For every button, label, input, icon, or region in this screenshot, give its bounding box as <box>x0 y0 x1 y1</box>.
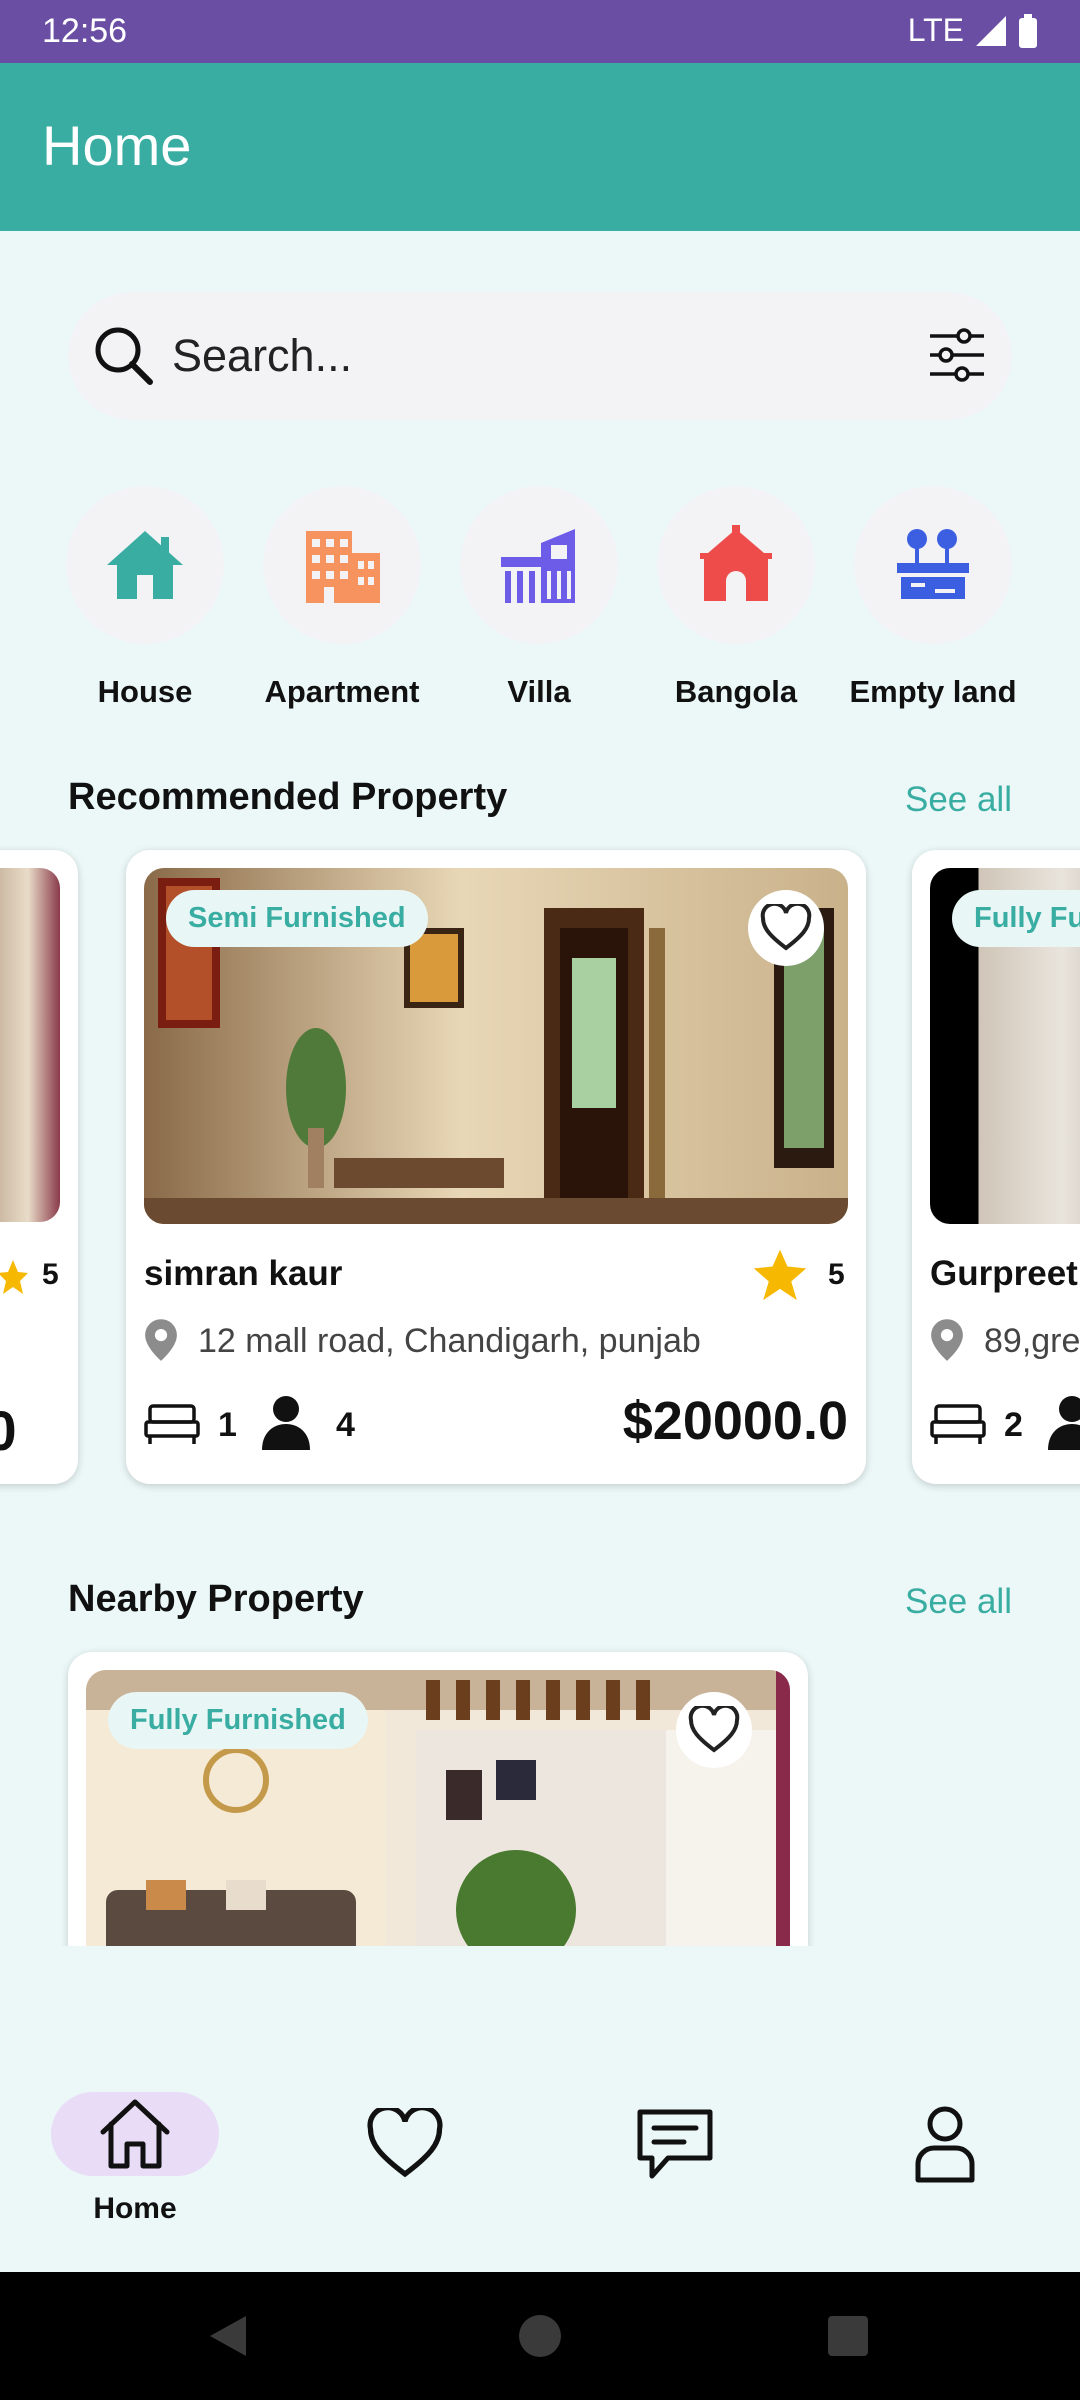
category-apartment[interactable]: Apartment <box>242 486 442 710</box>
villa-icon <box>501 529 575 603</box>
owner-name: simran kaur <box>144 1254 343 1293</box>
land-icon <box>897 529 969 599</box>
heart-icon <box>688 1706 740 1753</box>
nav-favorites[interactable] <box>320 2092 490 2252</box>
nav-home[interactable]: Home <box>50 2092 220 2252</box>
signal-icon <box>976 15 1006 46</box>
category-circle <box>657 486 815 644</box>
property-price: $20000.0 <box>622 1391 848 1451</box>
recommended-title: Recommended Property <box>68 776 508 818</box>
nav-messages-indicator <box>591 2102 759 2186</box>
nearby-title: Nearby Property <box>68 1578 364 1620</box>
category-circle <box>854 486 1012 644</box>
property-card[interactable]: Semi Furnished simran kaur 5 12 mall roa… <box>126 850 866 1484</box>
nav-favorites-indicator <box>321 2102 489 2186</box>
star-icon <box>753 1249 807 1301</box>
chat-icon <box>637 2109 713 2179</box>
property-card-partial-right[interactable]: Fully Fu Gurpreet 89,gre 2 <box>912 850 1080 1484</box>
back-icon[interactable] <box>206 2314 250 2358</box>
app-bar: Home <box>0 63 1080 231</box>
search-bar[interactable]: Search... <box>68 292 1012 420</box>
category-label: Villa <box>507 674 571 709</box>
price-fragment: .0 <box>0 1399 17 1462</box>
rating-value: 5 <box>828 1258 845 1291</box>
bungalow-icon <box>700 525 772 601</box>
bed-icon <box>144 1404 200 1444</box>
person-icon <box>262 1396 310 1450</box>
nav-home-label: Home <box>93 2192 177 2225</box>
owner-name: Gurpreet <box>930 1254 1078 1293</box>
bed-count: 1 <box>218 1406 237 1444</box>
property-address: 12 mall road, Chandigarh, punjab <box>198 1322 701 1360</box>
category-label: Apartment <box>264 674 420 709</box>
nearby-property-card[interactable]: Fully Furnished <box>68 1652 808 1946</box>
nav-messages[interactable] <box>590 2092 760 2252</box>
property-address: 89,gre <box>984 1322 1080 1360</box>
star-icon <box>0 1260 28 1294</box>
search-input[interactable]: Search... <box>172 330 352 382</box>
category-label: House <box>97 674 193 709</box>
category-bungalow[interactable]: Bangola <box>636 486 836 710</box>
category-empty-land[interactable]: Empty land <box>833 486 1033 710</box>
category-house[interactable]: House <box>45 486 245 710</box>
location-pin-icon <box>145 1319 177 1361</box>
bed-count: 2 <box>1004 1406 1023 1444</box>
nav-profile[interactable] <box>860 2092 1030 2252</box>
category-circle <box>460 486 618 644</box>
person-icon <box>1048 1396 1080 1450</box>
category-villa[interactable]: Villa <box>439 486 639 710</box>
favorite-button[interactable] <box>748 890 824 966</box>
house-icon <box>107 531 183 599</box>
category-circle <box>263 486 421 644</box>
recents-icon[interactable] <box>828 2316 868 2356</box>
category-circle <box>66 486 224 644</box>
home-icon <box>100 2099 170 2169</box>
bottom-navigation: Home <box>0 2060 1080 2272</box>
filter-icon[interactable] <box>922 320 992 390</box>
status-time: 12:56 <box>42 12 128 50</box>
furnishing-badge: Fully Furnished <box>108 1692 368 1749</box>
apartment-icon <box>306 531 380 603</box>
system-navigation-bar <box>0 2272 1080 2400</box>
battery-icon <box>1019 13 1037 48</box>
nav-profile-indicator <box>861 2102 1029 2186</box>
guest-count: 4 <box>336 1406 355 1444</box>
search-icon <box>95 327 153 385</box>
property-card-partial-left[interactable]: 5 .0 <box>0 850 78 1484</box>
status-icons: LTE <box>908 12 1038 49</box>
profile-icon <box>915 2106 975 2183</box>
heart-icon <box>760 904 812 951</box>
network-label: LTE <box>907 12 964 48</box>
property-photo <box>0 868 60 1222</box>
furnishing-badge: Fully Fu <box>952 890 1080 947</box>
heart-icon <box>367 2108 443 2178</box>
category-label: Bangola <box>674 674 798 709</box>
status-bar: 12:56 LTE <box>0 0 1080 63</box>
rating-value: 5 <box>42 1258 59 1291</box>
favorite-button[interactable] <box>676 1692 752 1768</box>
page-title: Home <box>42 114 192 177</box>
furnishing-badge: Semi Furnished <box>166 890 428 947</box>
home-circle-icon[interactable] <box>518 2314 562 2358</box>
location-pin-icon <box>931 1319 963 1361</box>
bed-icon <box>930 1404 986 1444</box>
nearby-see-all-link[interactable]: See all <box>905 1582 1012 1622</box>
nearby-list-viewport: Fully Furnished <box>60 1640 830 1946</box>
nav-home-indicator <box>51 2092 219 2176</box>
category-label: Empty land <box>849 674 1017 709</box>
recommended-see-all-link[interactable]: See all <box>905 780 1012 820</box>
